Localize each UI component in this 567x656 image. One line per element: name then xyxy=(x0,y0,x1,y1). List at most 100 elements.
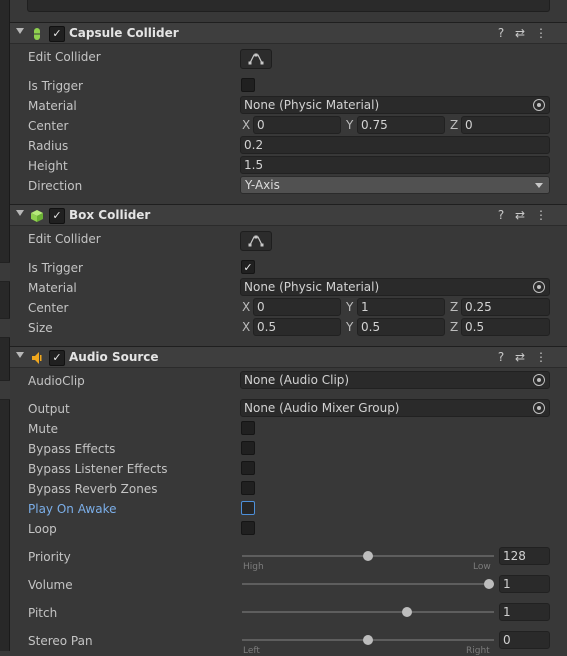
mute-checkbox[interactable] xyxy=(241,421,255,435)
edit-bounds-icon xyxy=(248,53,264,65)
volume-slider-thumb[interactable] xyxy=(484,579,494,589)
box-collider-title: Box Collider xyxy=(69,208,151,222)
foldout-arrow-icon[interactable] xyxy=(16,352,24,358)
is-trigger-label: Is Trigger xyxy=(28,79,83,93)
object-picker-icon[interactable] xyxy=(533,402,545,414)
play-on-awake-checkbox[interactable] xyxy=(241,501,255,515)
pan-left-hint: Left xyxy=(243,646,260,656)
loop-label: Loop xyxy=(28,522,57,536)
help-icon[interactable]: ? xyxy=(494,26,508,40)
center-x-field[interactable]: 0 xyxy=(253,298,341,316)
audioclip-label: AudioClip xyxy=(28,374,85,388)
is-trigger-checkbox[interactable] xyxy=(241,78,255,92)
y-axis-label: Y xyxy=(346,300,354,314)
output-label: Output xyxy=(28,402,70,416)
center-z-field[interactable]: 0.25 xyxy=(461,298,550,316)
capsule-enabled-checkbox[interactable]: ✓ xyxy=(49,26,65,42)
x-axis-label: X xyxy=(242,300,251,314)
bypass-listener-effects-checkbox[interactable] xyxy=(241,461,255,475)
direction-label: Direction xyxy=(28,179,83,193)
z-axis-label: Z xyxy=(450,118,459,132)
pan-right-hint: Right xyxy=(466,646,490,656)
center-y-field[interactable]: 1 xyxy=(357,298,445,316)
output-value: None (Audio Mixer Group) xyxy=(244,401,400,415)
volume-label: Volume xyxy=(28,578,73,592)
foldout-arrow-icon[interactable] xyxy=(16,28,24,34)
center-y-field[interactable]: 0.75 xyxy=(357,116,445,134)
center-label: Center xyxy=(28,301,69,315)
left-panel-tab[interactable] xyxy=(0,380,10,400)
audio-source-icon xyxy=(32,352,42,364)
priority-slider-thumb[interactable] xyxy=(363,551,373,561)
left-panel-tab[interactable] xyxy=(0,262,10,282)
loop-checkbox[interactable] xyxy=(241,521,255,535)
dropdown-caret-icon xyxy=(535,183,543,188)
presets-icon[interactable]: ⇄ xyxy=(513,26,527,40)
audio-source-header[interactable]: ✓ Audio Source ? ⇄ ⋮ xyxy=(10,346,567,368)
context-menu-icon[interactable]: ⋮ xyxy=(534,26,548,40)
is-trigger-checkbox[interactable]: ✓ xyxy=(241,260,255,274)
direction-dropdown[interactable]: Y-Axis xyxy=(240,176,550,194)
size-z-field[interactable]: 0.5 xyxy=(461,318,550,336)
object-picker-icon[interactable] xyxy=(533,281,545,293)
material-field[interactable]: None (Physic Material) xyxy=(240,278,550,296)
height-label: Height xyxy=(28,159,68,173)
play-on-awake-label: Play On Awake xyxy=(28,502,117,516)
help-icon[interactable]: ? xyxy=(494,350,508,364)
bypass-reverb-zones-label: Bypass Reverb Zones xyxy=(28,482,158,496)
edit-collider-label: Edit Collider xyxy=(28,50,101,64)
material-value: None (Physic Material) xyxy=(244,98,380,112)
pitch-slider-thumb[interactable] xyxy=(402,607,412,617)
stereo-pan-slider-thumb[interactable] xyxy=(363,635,373,645)
edit-bounds-icon xyxy=(248,235,264,247)
object-picker-icon[interactable] xyxy=(533,374,545,386)
foldout-arrow-icon[interactable] xyxy=(16,210,24,216)
left-panel-edge xyxy=(0,0,10,651)
volume-field[interactable]: 1 xyxy=(499,575,550,593)
object-picker-icon[interactable] xyxy=(533,99,545,111)
left-panel-tab[interactable] xyxy=(0,318,10,338)
priority-field[interactable]: 128 xyxy=(499,547,550,565)
priority-high-hint: High xyxy=(243,562,264,572)
presets-icon[interactable]: ⇄ xyxy=(513,350,527,364)
bypass-listener-effects-label: Bypass Listener Effects xyxy=(28,462,168,476)
context-menu-icon[interactable]: ⋮ xyxy=(534,350,548,364)
context-menu-icon[interactable]: ⋮ xyxy=(534,208,548,222)
size-label: Size xyxy=(28,321,53,335)
output-field[interactable]: None (Audio Mixer Group) xyxy=(240,399,550,417)
z-axis-label: Z xyxy=(450,320,459,334)
help-icon[interactable]: ? xyxy=(494,208,508,222)
capsule-collider-header[interactable]: ✓ Capsule Collider ? ⇄ ⋮ xyxy=(10,22,567,44)
presets-icon[interactable]: ⇄ xyxy=(513,208,527,222)
volume-slider-track[interactable] xyxy=(242,583,494,585)
pitch-field[interactable]: 1 xyxy=(499,603,550,621)
box-enabled-checkbox[interactable]: ✓ xyxy=(49,208,65,224)
previous-component-field xyxy=(27,0,550,12)
material-label: Material xyxy=(28,99,77,113)
bypass-reverb-zones-checkbox[interactable] xyxy=(241,481,255,495)
radius-field[interactable]: 0.2 xyxy=(240,136,550,154)
bypass-effects-checkbox[interactable] xyxy=(241,441,255,455)
y-axis-label: Y xyxy=(346,118,354,132)
size-x-field[interactable]: 0.5 xyxy=(253,318,341,336)
material-field[interactable]: None (Physic Material) xyxy=(240,96,550,114)
x-axis-label: X xyxy=(242,118,251,132)
stereo-pan-field[interactable]: 0 xyxy=(499,631,550,649)
box-collider-header[interactable]: ✓ Box Collider ? ⇄ ⋮ xyxy=(10,204,567,226)
center-x-field[interactable]: 0 xyxy=(253,116,341,134)
height-field[interactable]: 1.5 xyxy=(240,156,550,174)
edit-collider-button[interactable] xyxy=(240,231,272,251)
is-trigger-label: Is Trigger xyxy=(28,261,83,275)
edit-collider-label: Edit Collider xyxy=(28,232,101,246)
bypass-effects-label: Bypass Effects xyxy=(28,442,116,456)
priority-low-hint: Low xyxy=(473,562,491,572)
edit-collider-button[interactable] xyxy=(240,49,272,69)
radius-label: Radius xyxy=(28,139,69,153)
audioclip-field[interactable]: None (Audio Clip) xyxy=(240,371,550,389)
size-y-field[interactable]: 0.5 xyxy=(357,318,445,336)
pitch-slider-track[interactable] xyxy=(242,611,494,613)
center-z-field[interactable]: 0 xyxy=(461,116,550,134)
box-collider-icon xyxy=(31,210,43,222)
audio-enabled-checkbox[interactable]: ✓ xyxy=(49,350,65,366)
capsule-collider-title: Capsule Collider xyxy=(69,26,179,40)
